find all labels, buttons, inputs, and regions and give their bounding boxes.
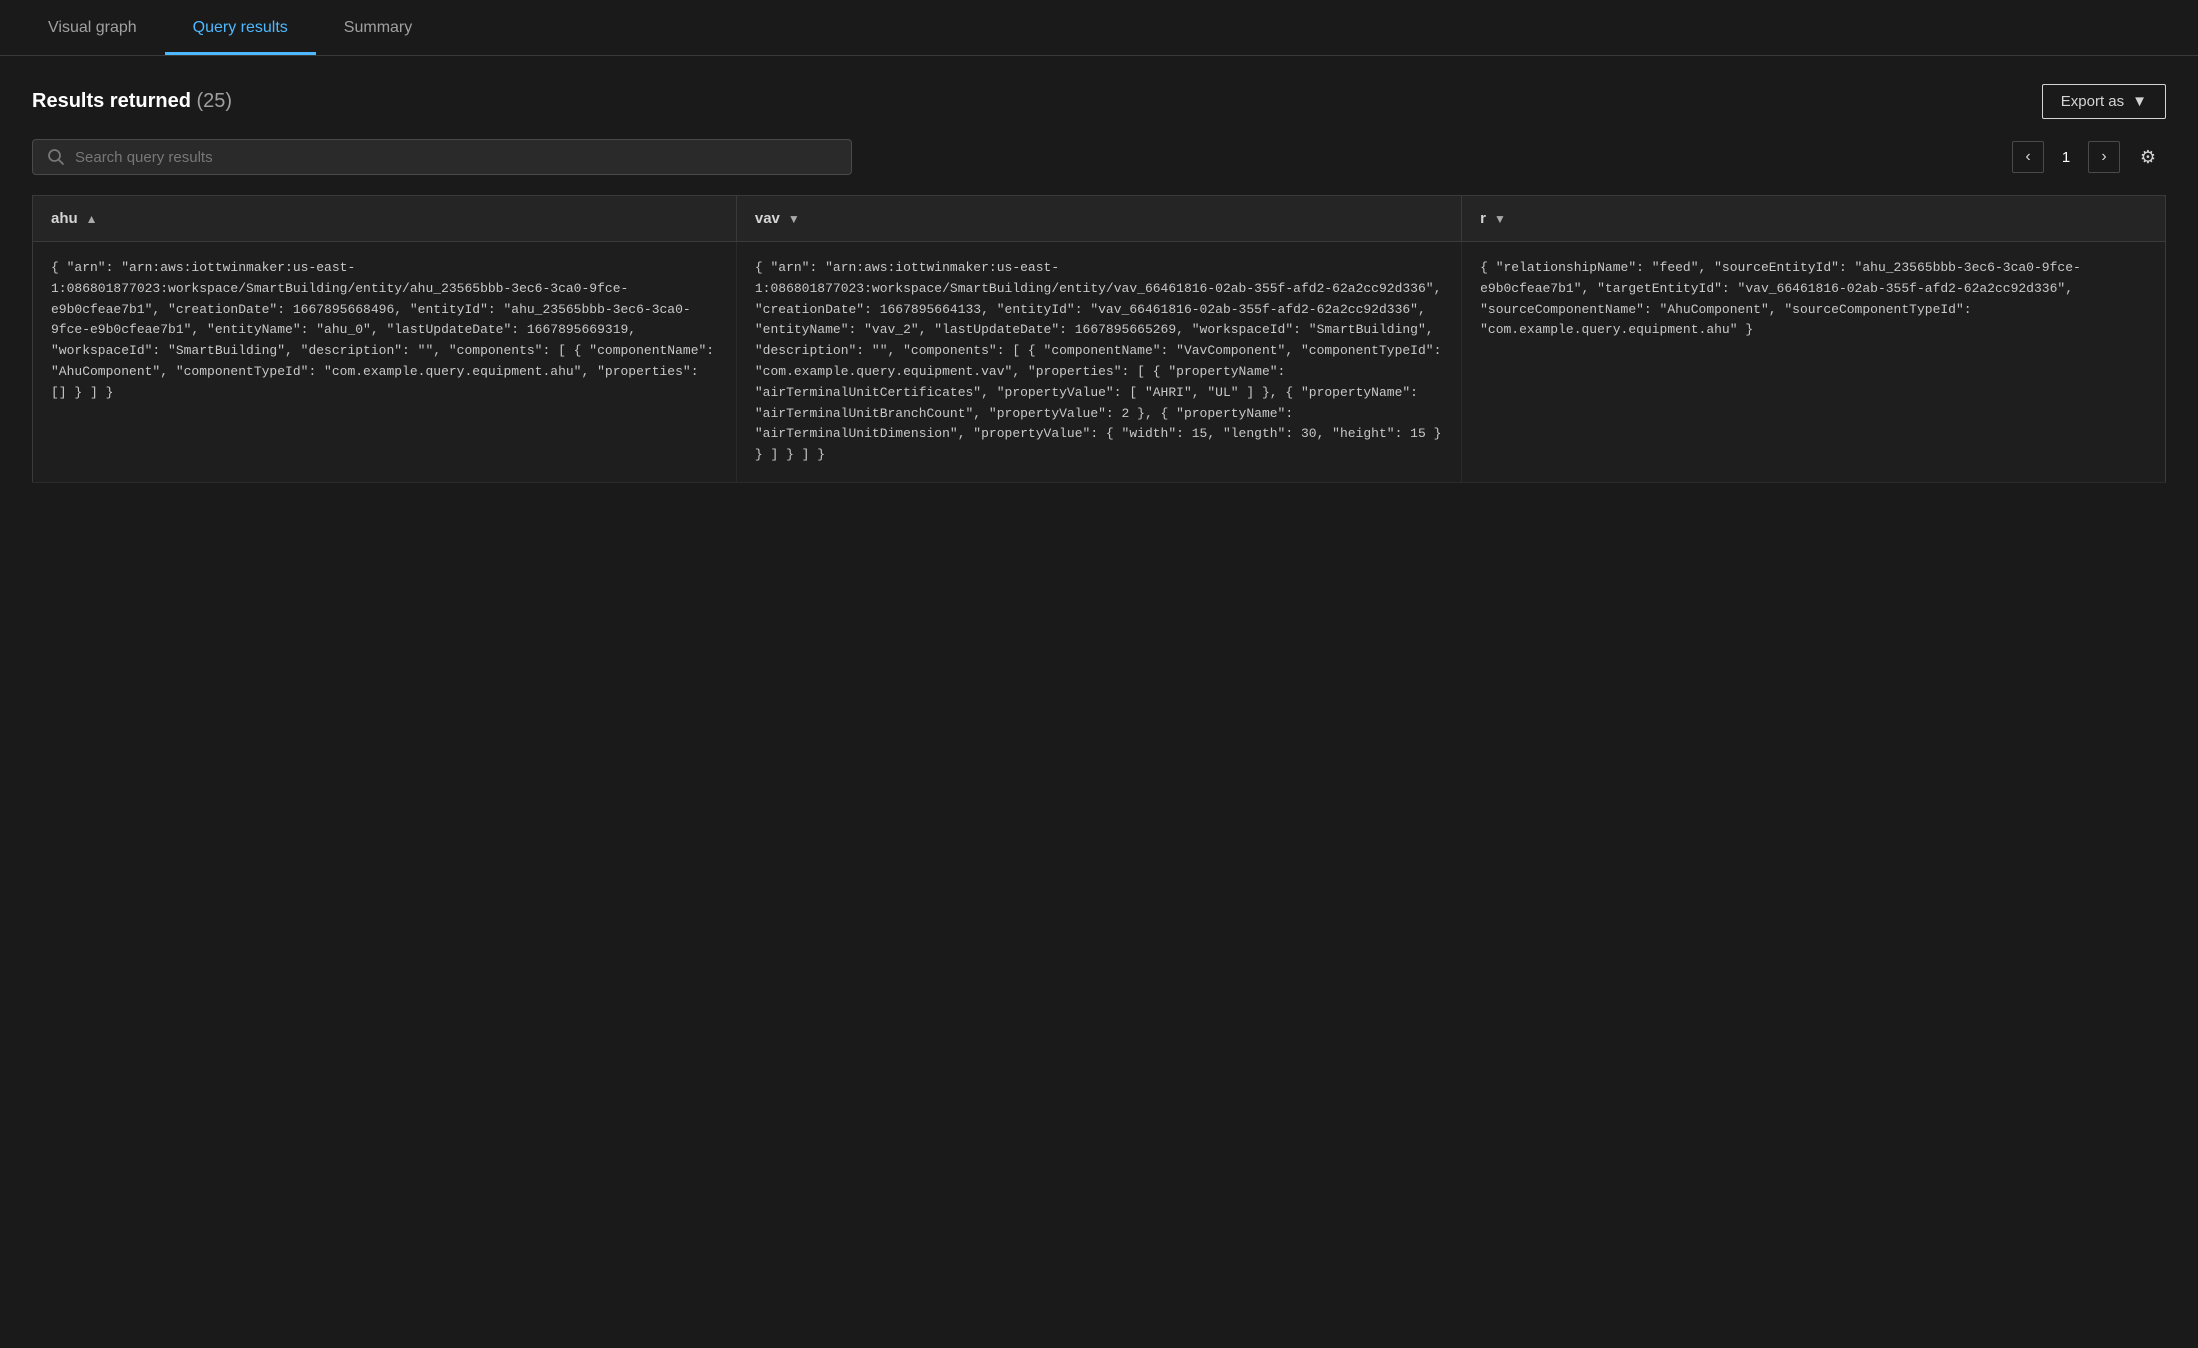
tab-summary-label: Summary <box>344 19 412 37</box>
chevron-right-icon: › <box>2101 148 2106 166</box>
results-count: (25) <box>197 90 233 112</box>
results-header: Results returned (25) Export as ▼ <box>32 84 2166 119</box>
chevron-left-icon: ‹ <box>2025 148 2030 166</box>
tab-summary[interactable]: Summary <box>316 0 440 55</box>
col-ahu-label: ahu <box>51 210 78 227</box>
cell-vav-0: { "arn": "arn:aws:iottwinmaker:us-east-1… <box>736 242 1461 483</box>
col-header-vav[interactable]: vav ▼ <box>736 196 1461 242</box>
col-header-ahu[interactable]: ahu ▲ <box>33 196 737 242</box>
page-number: 1 <box>2054 149 2078 166</box>
results-table: ahu ▲ vav ▼ r ▼ { " <box>32 195 2166 483</box>
cell-r-0: { "relationshipName": "feed", "sourceEnt… <box>1462 242 2166 483</box>
sort-asc-icon: ▲ <box>86 212 98 226</box>
export-button[interactable]: Export as ▼ <box>2042 84 2166 119</box>
prev-page-button[interactable]: ‹ <box>2012 141 2044 173</box>
search-bar-container: ‹ 1 › ⚙ <box>32 139 2166 175</box>
settings-button[interactable]: ⚙ <box>2130 139 2166 175</box>
sort-desc-icon-vav: ▼ <box>788 212 800 226</box>
results-title-text: Results returned <box>32 90 191 112</box>
tabs-bar: Visual graph Query results Summary <box>0 0 2198 56</box>
results-title: Results returned (25) <box>32 90 232 113</box>
tab-query-results-label: Query results <box>193 19 288 37</box>
search-input-wrapper <box>32 139 852 175</box>
col-r-label: r <box>1480 210 1486 227</box>
search-input[interactable] <box>75 149 837 166</box>
main-content: Results returned (25) Export as ▼ ‹ 1 › <box>0 56 2198 511</box>
tab-query-results[interactable]: Query results <box>165 0 316 55</box>
tab-visual-graph-label: Visual graph <box>48 19 137 37</box>
gear-icon: ⚙ <box>2140 147 2156 168</box>
tab-visual-graph[interactable]: Visual graph <box>20 0 165 55</box>
search-icon <box>47 148 65 166</box>
sort-desc-icon-r: ▼ <box>1494 212 1506 226</box>
pagination-controls: ‹ 1 › ⚙ <box>2012 139 2166 175</box>
col-header-r[interactable]: r ▼ <box>1462 196 2166 242</box>
chevron-down-icon: ▼ <box>2132 93 2147 110</box>
export-label: Export as <box>2061 93 2124 110</box>
next-page-button[interactable]: › <box>2088 141 2120 173</box>
cell-ahu-0: { "arn": "arn:aws:iottwinmaker:us-east-1… <box>33 242 737 483</box>
table-header-row: ahu ▲ vav ▼ r ▼ <box>33 196 2166 242</box>
table-row: { "arn": "arn:aws:iottwinmaker:us-east-1… <box>33 242 2166 483</box>
col-vav-label: vav <box>755 210 780 227</box>
